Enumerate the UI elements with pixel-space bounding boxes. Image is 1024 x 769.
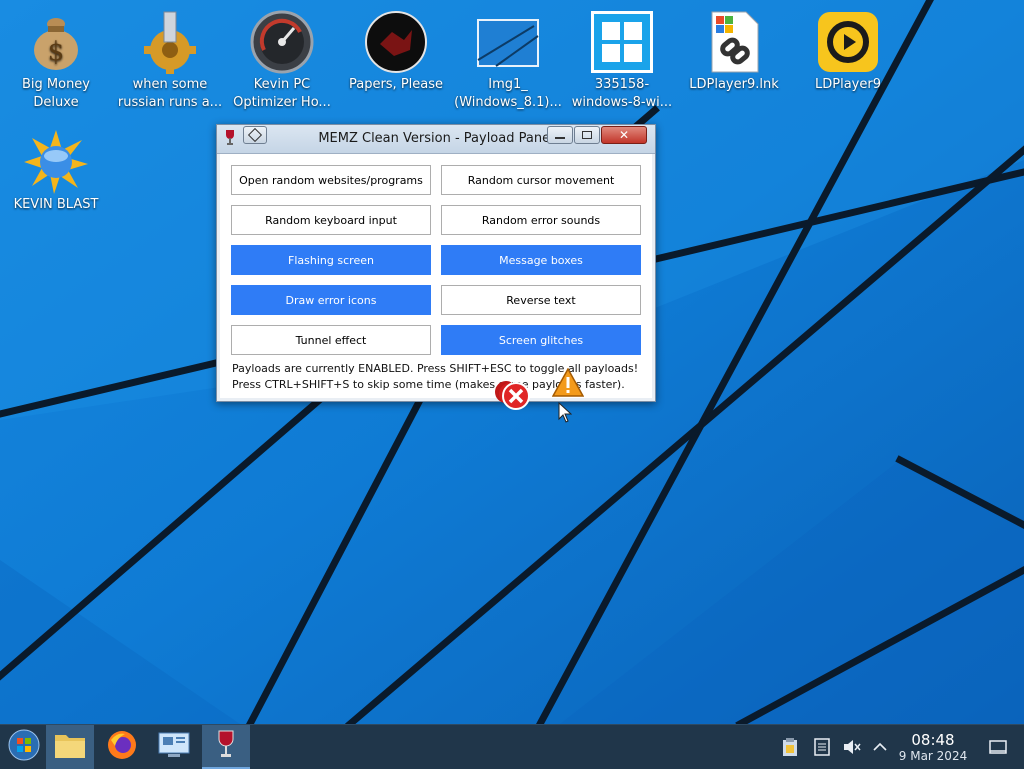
clock-date: 9 Mar 2024 <box>898 749 968 763</box>
payload-open-random-websites-button[interactable]: Open random websites/programs <box>231 165 431 195</box>
payload-random-error-sounds-button[interactable]: Random error sounds <box>441 205 641 235</box>
desktop-icon-label: Big Money <box>21 77 90 92</box>
desktop-icon-label: (Windows_8.1)... <box>454 95 562 110</box>
maximize-icon <box>582 131 592 139</box>
papers-please-icon <box>364 10 428 74</box>
close-icon: ✕ <box>618 128 630 142</box>
desktop-icon-label: Kevin PC <box>253 77 311 92</box>
desktop-icon-kevin-blast[interactable]: KEVIN BLAST <box>0 124 112 214</box>
money-bag-icon: $ <box>24 10 88 74</box>
memz-payload-window[interactable]: MEMZ Clean Version - Payload Panel ✕ Ope… <box>216 124 656 402</box>
desktop-icon-ldplayer9[interactable]: LDPlayer9 <box>792 4 904 94</box>
taskbar-remote-desktop[interactable] <box>150 725 198 769</box>
desktop-icon-big-money-deluxe[interactable]: $ Big Money Deluxe <box>0 4 112 112</box>
desktop-icon-label: russian runs a... <box>117 95 223 110</box>
payload-screen-glitches-button[interactable]: Screen glitches <box>441 325 641 355</box>
ldplayer-icon <box>816 10 880 74</box>
desktop-icon-when-some-russian[interactable]: when some russian runs a... <box>114 4 226 112</box>
payload-random-keyboard-button[interactable]: Random keyboard input <box>231 205 431 235</box>
wine-glass-icon <box>216 729 236 763</box>
start-orb-icon <box>8 729 40 765</box>
payload-panel: Open random websites/programs Random cur… <box>220 154 652 398</box>
minimize-button[interactable] <box>547 126 573 144</box>
globe-burst-icon <box>24 130 88 194</box>
taskbar-memz-window[interactable] <box>202 725 250 769</box>
desktop-icon-label: when some <box>132 77 208 92</box>
start-button[interactable] <box>0 725 48 769</box>
payload-draw-error-icons-button[interactable]: Draw error icons <box>231 285 431 315</box>
desktop-icon-windows-8-wallpaper[interactable]: 335158- windows-8-wi... <box>566 4 678 112</box>
speedometer-icon <box>250 10 314 74</box>
payload-random-cursor-button[interactable]: Random cursor movement <box>441 165 641 195</box>
desktop-icon-label: Deluxe <box>33 95 79 110</box>
desktop-icon-papers-please[interactable]: Papers, Please <box>340 4 452 94</box>
file-manager-icon <box>54 731 86 763</box>
maximize-button[interactable] <box>574 126 600 144</box>
mouse-cursor-icon <box>558 401 573 428</box>
desktop-icon-label: windows-8-wi... <box>571 95 673 110</box>
taskbar-file-manager[interactable] <box>46 725 94 769</box>
shortcut-link-icon <box>702 10 766 74</box>
error-icon <box>494 378 534 416</box>
chevron-up-icon[interactable] <box>870 737 890 757</box>
warning-icon <box>551 367 585 402</box>
remote-desktop-icon <box>158 731 190 763</box>
desktop: $ Big Money Deluxe when some russian run… <box>0 0 1024 724</box>
payload-tunnel-effect-button[interactable]: Tunnel effect <box>231 325 431 355</box>
notes-tray-icon[interactable] <box>812 737 832 757</box>
desktop-icon-label: 335158- <box>594 77 650 92</box>
windows-logo-icon <box>590 10 654 74</box>
desktop-icon-ldplayer9-lnk[interactable]: LDPlayer9.lnk <box>678 4 790 94</box>
taskbar-firefox[interactable] <box>98 725 146 769</box>
desktop-icon-label: LDPlayer9 <box>815 77 881 92</box>
svg-text:$: $ <box>48 37 65 67</box>
desktop-icon-label: KEVIN BLAST <box>13 197 99 212</box>
desktop-icon-label: Img1_ <box>488 77 528 92</box>
firefox-icon <box>107 730 137 764</box>
desktop-icon-img1[interactable]: Img1_ (Windows_8.1)... <box>452 4 564 112</box>
payload-flashing-screen-button[interactable]: Flashing screen <box>231 245 431 275</box>
desktop-icon-label: LDPlayer9.lnk <box>689 77 779 92</box>
show-desktop-icon[interactable] <box>988 737 1008 757</box>
minimize-icon <box>555 137 565 139</box>
image-file-icon <box>476 10 540 74</box>
clock-time[interactable]: 08:48 <box>898 731 968 749</box>
volume-muted-icon[interactable] <box>842 737 862 757</box>
desktop-icon-kevin-pc-optimizer[interactable]: Kevin PC Optimizer Ho... <box>226 4 338 112</box>
window-titlebar[interactable]: MEMZ Clean Version - Payload Panel ✕ <box>217 125 655 154</box>
close-button[interactable]: ✕ <box>601 126 647 144</box>
taskbar: 08:48 9 Mar 2024 <box>0 724 1024 769</box>
payload-message-boxes-button[interactable]: Message boxes <box>441 245 641 275</box>
payload-reverse-text-button[interactable]: Reverse text <box>441 285 641 315</box>
clipboard-tray-icon[interactable] <box>780 737 800 757</box>
gear-icon <box>138 10 202 74</box>
desktop-icon-label: Papers, Please <box>348 77 444 92</box>
desktop-icon-label: Optimizer Ho... <box>233 95 331 110</box>
